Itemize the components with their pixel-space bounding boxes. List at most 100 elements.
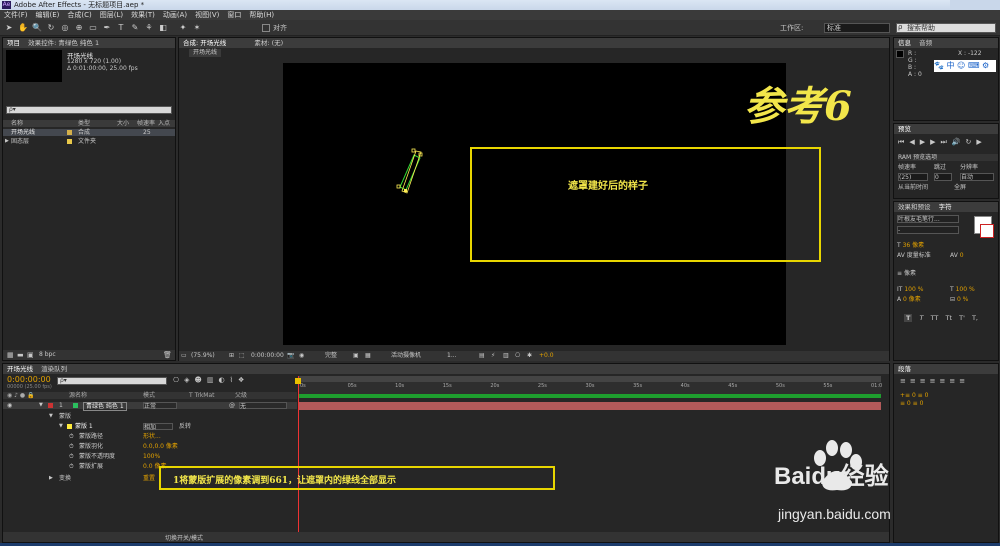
ime-keyboard-icon[interactable]: ⌨	[965, 61, 980, 70]
snap-checkbox[interactable]	[262, 24, 270, 32]
align-left-icon[interactable]: ≡	[900, 377, 910, 385]
tab-effects-presets[interactable]: 效果和预设	[898, 202, 931, 212]
layer-row[interactable]: ◉ ▼ 1 青绿色 纯色 1 正常 @ 无	[3, 402, 297, 411]
resolution-select[interactable]: 自动	[960, 173, 994, 181]
exposure-value[interactable]: +0.0	[539, 351, 554, 361]
tab-composition[interactable]: 合成: 开场光线	[183, 38, 226, 48]
current-time[interactable]: 0:00:00:00	[251, 351, 284, 361]
toggle-switches-modes-button[interactable]: 切换开关/模式	[165, 533, 203, 542]
layer-label-swatch[interactable]	[48, 403, 53, 408]
column-in-point[interactable]: 入点	[158, 120, 170, 127]
stroke-color-swatch[interactable]	[980, 224, 994, 238]
motion-blur-icon[interactable]: ◐	[218, 376, 229, 384]
align-center-icon[interactable]: ≡	[910, 377, 920, 385]
timeline-current-time[interactable]: 0:00:00:00	[7, 375, 51, 384]
stopwatch-icon[interactable]: ⏱	[69, 463, 74, 470]
prop-row-mask-path[interactable]: ⏱ 蒙版路径 形状...	[69, 433, 297, 440]
rotate-tool-icon[interactable]: ↻	[46, 23, 56, 33]
column-size[interactable]: 大小	[117, 120, 129, 127]
paragraph-indent-values[interactable]: +≡ 0 ≡ 0 ≡ 0 ≡ 0	[900, 392, 928, 408]
timeline-search-input[interactable]: ρ▾	[57, 377, 167, 385]
expand-icon[interactable]: ▶	[49, 475, 53, 482]
puppet-tool-icon[interactable]: ✶	[192, 23, 202, 33]
grid-toggle-icon[interactable]: ⊞	[229, 351, 234, 361]
shy-icon[interactable]: ☻	[195, 376, 207, 384]
justify-right-icon[interactable]: ≡	[949, 377, 959, 385]
zoom-tool-icon[interactable]: 🔍	[32, 23, 42, 33]
small-caps-button[interactable]: Tt	[945, 314, 952, 322]
transparency-grid-icon[interactable]: ▦	[365, 351, 371, 361]
menu-composition[interactable]: 合成(C)	[67, 11, 91, 19]
pickwhip-icon[interactable]: @	[229, 402, 235, 409]
justify-left-icon[interactable]: ≡	[930, 377, 940, 385]
type-tool-icon[interactable]: T	[116, 23, 126, 33]
vertical-scale[interactable]: IT 100 %	[897, 286, 923, 293]
column-type[interactable]: 类型	[78, 120, 90, 127]
stopwatch-icon[interactable]: ⏱	[69, 433, 74, 440]
always-preview-icon[interactable]: ▭	[181, 351, 187, 361]
reset-link[interactable]: 重置	[143, 475, 155, 482]
menu-view[interactable]: 视图(V)	[195, 11, 219, 19]
ime-settings-icon[interactable]: ⚙	[980, 61, 989, 70]
comp-mini-flowchart-icon[interactable]: ⎔	[173, 376, 184, 384]
bit-depth[interactable]: 8 bpc	[39, 351, 56, 358]
stopwatch-icon[interactable]: ⏱	[69, 443, 74, 450]
tab-effect-controls[interactable]: 效果控件: 青绿色 纯色 1	[28, 38, 99, 48]
justify-center-icon[interactable]: ≡	[940, 377, 950, 385]
menu-file[interactable]: 文件(F)	[4, 11, 28, 19]
brainstorm-icon[interactable]: ❖	[238, 376, 249, 384]
tab-paragraph[interactable]: 段落	[898, 364, 911, 374]
playhead-handle[interactable]	[295, 378, 301, 384]
next-frame-icon[interactable]: ▶	[930, 138, 940, 146]
menu-effect[interactable]: 效果(T)	[131, 11, 155, 19]
skip-select[interactable]: 0	[934, 173, 952, 181]
font-size[interactable]: T 36 像素	[897, 242, 924, 249]
mask-visibility-icon[interactable]: ⬚	[239, 351, 245, 361]
play-icon[interactable]: ▶	[920, 138, 930, 146]
tab-render-queue[interactable]: 渲染队列	[41, 364, 67, 374]
pen-tool-icon[interactable]: ✒	[102, 23, 112, 33]
snapshot-icon[interactable]: 📷	[287, 351, 294, 361]
camera-tool-icon[interactable]: ◎	[60, 23, 70, 33]
parent-select[interactable]: 无	[239, 402, 287, 410]
prev-frame-icon[interactable]: ◀	[909, 138, 919, 146]
mask-mode-select[interactable]: 相加	[143, 423, 173, 431]
layer-expand-icon[interactable]: ▼	[39, 402, 43, 409]
input-method-toolbar[interactable]: 🐾 中 ☺ ⌨ ⚙	[934, 60, 996, 72]
zoom-level[interactable]: (75.9%)	[191, 351, 215, 361]
column-trkmat[interactable]: T TrkMat	[189, 392, 215, 399]
loop-icon[interactable]: ↻	[966, 138, 977, 146]
tab-character[interactable]: 字符	[939, 202, 952, 212]
project-item-row[interactable]: ▶ 固态层 文件夹	[3, 138, 175, 145]
roto-brush-icon[interactable]: ✦	[178, 23, 188, 33]
font-style-select[interactable]: -	[897, 226, 959, 234]
tab-footage[interactable]: 素材: (无)	[254, 38, 283, 48]
prop-value[interactable]: 形状...	[143, 433, 161, 440]
menu-edit[interactable]: 编辑(E)	[36, 11, 60, 19]
tab-info[interactable]: 信息	[898, 38, 911, 48]
blend-mode-select[interactable]: 正常	[143, 402, 177, 410]
column-name[interactable]: 名称	[11, 120, 23, 127]
new-comp-icon[interactable]: ▣	[27, 351, 34, 359]
kerning[interactable]: AV 度量标准	[897, 252, 931, 259]
layer-duration-bar[interactable]	[298, 402, 881, 410]
interpret-footage-icon[interactable]: ▦	[7, 351, 14, 359]
frame-rate-select[interactable]: (25)	[898, 173, 928, 181]
prop-row-mask-opacity[interactable]: ⏱ 蒙版不透明度 100%	[69, 453, 297, 460]
menu-layer[interactable]: 图层(L)	[100, 11, 123, 19]
stopwatch-icon[interactable]: ⏱	[69, 453, 74, 460]
tab-audio[interactable]: 音频	[919, 38, 932, 48]
comp-breadcrumb[interactable]: 开场光线	[189, 49, 222, 57]
exposure-icon[interactable]: ✱	[527, 351, 532, 361]
paw-icon[interactable]: 🐾	[934, 61, 944, 70]
ime-lang-icon[interactable]: 中	[944, 61, 955, 70]
workspace-select[interactable]: 标准	[824, 23, 890, 33]
layer-name[interactable]: 青绿色 纯色 1	[83, 402, 127, 411]
folder-expand-icon[interactable]: ▶	[5, 138, 9, 145]
baseline-shift[interactable]: A 0 像素	[897, 296, 921, 303]
fast-preview-icon[interactable]: ⚡	[491, 351, 495, 361]
column-parent[interactable]: 父级	[235, 392, 247, 399]
show-channel-icon[interactable]: ◉	[299, 351, 304, 361]
tab-preview[interactable]: 预览	[898, 124, 911, 134]
new-folder-icon[interactable]: ▬	[17, 351, 24, 359]
